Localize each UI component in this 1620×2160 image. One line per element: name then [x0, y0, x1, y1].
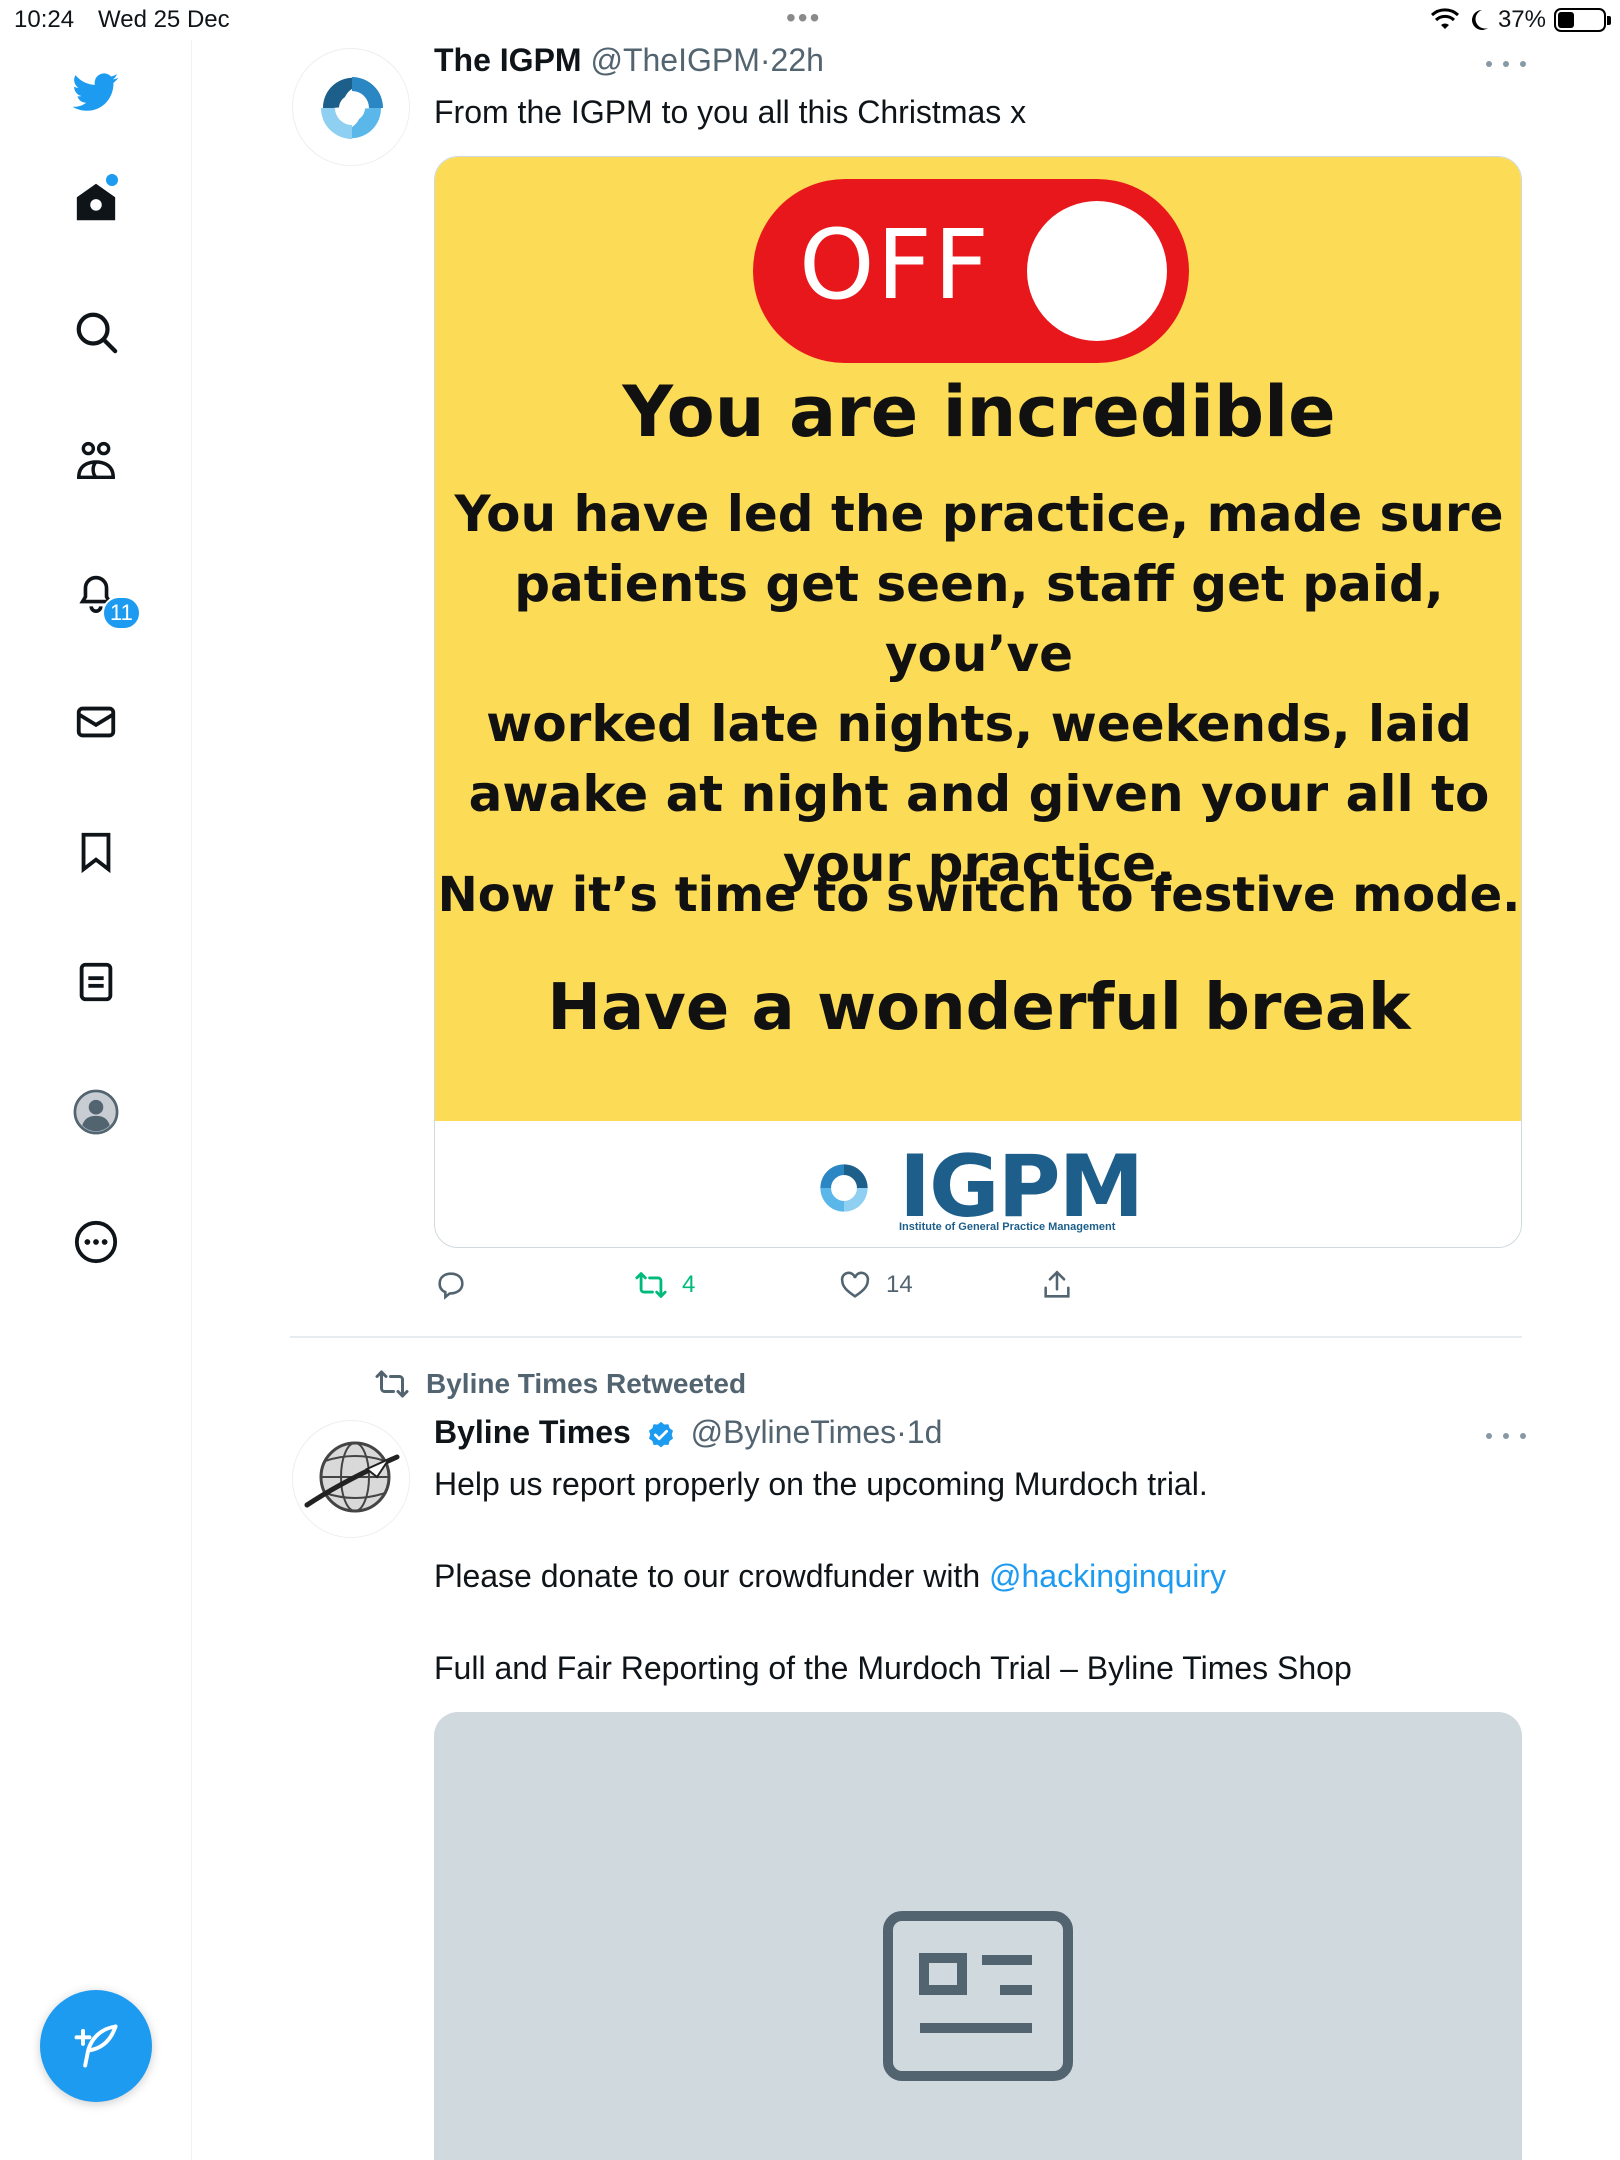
display-name[interactable]: The IGPM: [434, 42, 582, 78]
bookmarks-icon[interactable]: [70, 826, 122, 878]
home-unread-dot: [106, 174, 118, 186]
twitter-bird-icon[interactable]: [70, 66, 122, 118]
battery-level-fill: [1558, 12, 1574, 28]
profile-avatar-icon[interactable]: [70, 1086, 122, 1138]
notifications-count-badge: 11: [102, 596, 141, 630]
wifi-icon: [1430, 8, 1459, 29]
battery-percent: 37%: [1497, 6, 1546, 33]
timestamp[interactable]: 22h: [771, 42, 824, 78]
tweet-more-options-icon[interactable]: [1486, 1426, 1526, 1446]
status-indicators: 37%: [1430, 6, 1611, 34]
tweet-text-prefix: Please donate to our crowdfunder with: [434, 1558, 989, 1594]
verified-badge-icon: [648, 1421, 673, 1447]
compose-tweet-icon: [74, 2024, 118, 2068]
timestamp[interactable]: 1d: [907, 1414, 943, 1450]
tweet-header: The IGPM @TheIGPM·22h: [434, 42, 824, 79]
igpm-avatar-logo: [294, 50, 409, 165]
avatar-igpm[interactable]: [292, 48, 410, 166]
reply-icon: [438, 1272, 464, 1300]
article-placeholder-icon: [883, 1911, 1073, 2081]
poster-body-line: patients get seen, staff get paid, you’v…: [514, 555, 1444, 683]
handle[interactable]: @BylineTimes: [691, 1414, 897, 1450]
poster-closing: Have a wonderful break: [547, 971, 1411, 1045]
like-button[interactable]: 14: [838, 1268, 913, 1302]
byline-globe-logo: [294, 1422, 409, 1537]
dot-separator: ·: [759, 42, 771, 78]
share-button[interactable]: [1040, 1268, 1074, 1302]
igpm-logo-subtitle: Institute of General Practice Management: [899, 1221, 1116, 1233]
display-name[interactable]: Byline Times: [434, 1414, 631, 1450]
tweet-text: From the IGPM to you all this Christmas …: [434, 94, 1027, 130]
like-count: 14: [886, 1271, 913, 1298]
multitasking-dots-icon[interactable]: •••: [786, 2, 821, 34]
christmas-poster: OFF You are incredible You have led the …: [435, 157, 1521, 1121]
retweet-icon: [635, 1272, 667, 1298]
poster-body: You have led the practice, made sure pat…: [435, 479, 1521, 899]
igpm-logo-mark-icon: [820, 1164, 868, 1212]
tweet-image[interactable]: OFF You are incredible You have led the …: [434, 156, 1522, 1248]
do-not-disturb-moon-icon: [1471, 10, 1488, 30]
messages-envelope-icon[interactable]: [70, 696, 122, 748]
toggle-label: OFF: [799, 209, 991, 321]
tweet-header: Byline Times @BylineTimes·1d: [434, 1414, 942, 1451]
sidebar-nav: 11: [0, 40, 192, 2160]
share-icon: [1044, 1270, 1070, 1298]
poster-body-line: awake at night and given your all to: [468, 765, 1490, 823]
off-toggle-graphic: OFF: [753, 179, 1189, 363]
poster-heading: You are incredible: [622, 371, 1336, 453]
link-preview-card[interactable]: [434, 1712, 1522, 2160]
retweeted-by-label[interactable]: Byline Times Retweeted: [426, 1368, 746, 1400]
poster-logo-area: IGPM Institute of General Practice Manag…: [435, 1121, 1521, 1247]
retweeted-context: Byline Times Retweeted: [374, 1366, 746, 1402]
retweet-button[interactable]: 4: [634, 1268, 695, 1302]
battery-icon: [1554, 8, 1611, 32]
like-heart-icon: [840, 1271, 870, 1298]
poster-body-line: worked late nights, weekends, laid: [486, 695, 1472, 753]
mention-link[interactable]: @hackinginquiry: [989, 1558, 1226, 1594]
retweet-indicator-icon: [375, 1370, 409, 1398]
search-icon[interactable]: [70, 306, 122, 358]
status-time: 10:24: [14, 6, 75, 33]
lists-icon[interactable]: [70, 956, 122, 1008]
poster-body-line: You have led the practice, made sure: [454, 485, 1504, 543]
status-date: Wed 25 Dec: [98, 6, 230, 33]
tweet-more-options-icon[interactable]: [1486, 54, 1526, 74]
compose-tweet-button[interactable]: [40, 1990, 152, 2102]
toggle-knob: [1027, 201, 1167, 341]
retweet-count: 4: [682, 1271, 696, 1298]
tweet-text-line: Full and Fair Reporting of the Murdoch T…: [434, 1650, 1352, 1686]
tweet-divider: [290, 1336, 1522, 1338]
tweet-text-line: Help us report properly on the upcoming …: [434, 1466, 1208, 1502]
status-bar: 10:24 Wed 25 Dec ••• 37%: [0, 0, 1620, 40]
handle[interactable]: @TheIGPM: [590, 42, 759, 78]
dot-separator: ·: [896, 1414, 907, 1450]
igpm-logo: IGPM Institute of General Practice Manag…: [799, 1137, 1159, 1237]
poster-festive-line: Now it’s time to switch to festive mode.: [437, 867, 1521, 923]
tweet-text-line: Please donate to our crowdfunder with @h…: [434, 1556, 1226, 1596]
more-circle-icon[interactable]: [70, 1216, 122, 1268]
avatar-byline-times[interactable]: [292, 1420, 410, 1538]
reply-button[interactable]: [434, 1268, 482, 1302]
communities-icon[interactable]: [70, 436, 122, 488]
